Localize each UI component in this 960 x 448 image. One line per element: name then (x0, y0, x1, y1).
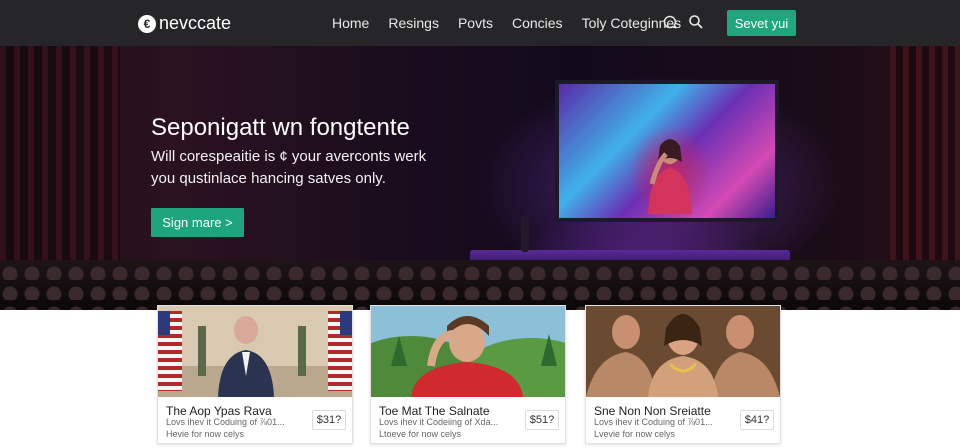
hero-subtitle: Will corespeaitie is ¢ your averconts we… (151, 148, 427, 187)
speaker-on-stage (521, 216, 529, 252)
presenter-figure (648, 139, 692, 214)
brand-mark-icon: € (138, 14, 156, 33)
card-meta: Hevie for now celys (166, 429, 245, 439)
flag-right-icon (328, 311, 352, 391)
flag-left-icon (158, 311, 182, 391)
event-card-1[interactable]: The Aop Ypas Rava Lovs ihev it Coduing o… (157, 305, 353, 444)
nav-link-4[interactable]: Concies (512, 15, 563, 31)
card-title: The Aop Ypas Rava (166, 404, 272, 418)
event-card-3[interactable]: Sne Non Non Sreiatte Lovs ihev it Coduin… (585, 305, 781, 444)
hero-banner: Seponigatt wn fongtente Will corespeaiti… (0, 46, 960, 310)
card-title: Sne Non Non Sreiatte (594, 404, 711, 418)
stage-screen-image (555, 80, 779, 222)
nav-cta-button[interactable]: Sevet yui (727, 10, 796, 36)
card-meta: Lovs ihev it Coduing of ⅞01... (594, 417, 713, 427)
price-button[interactable]: $51? (525, 410, 559, 430)
card-title: Toe Mat The Salnate (379, 404, 490, 418)
top-nav: € nevccate Home Resings Povts Concies To… (0, 0, 960, 46)
event-card-2[interactable]: Toe Mat The Salnate Lovs ihev it Codeiin… (370, 305, 566, 444)
card-meta: Lovs ihev it Codeiing of Xda... (379, 417, 499, 427)
card-image-podium (158, 306, 352, 397)
hero-title: Seponigatt wn fongtente (151, 114, 410, 141)
card-image-person (371, 306, 565, 397)
card-image-performers (586, 306, 780, 397)
brand-name: nevccate (159, 13, 232, 33)
hero-cta-button[interactable]: Sign mare > (151, 208, 244, 237)
card-meta: Lovs ihev it Coduing of ⅞01... (166, 417, 285, 427)
chat-icon[interactable] (662, 14, 678, 30)
card-meta: Ltoeve for now celys (379, 429, 462, 439)
audience-crowd (0, 260, 960, 310)
search-icon[interactable] (688, 14, 704, 30)
brand-logo[interactable]: € nevccate (138, 13, 231, 34)
nav-link-3[interactable]: Povts (458, 15, 493, 31)
nav-link-home[interactable]: Home (332, 15, 369, 31)
nav-link-2[interactable]: Resings (388, 15, 439, 31)
nav-links: Home Resings Povts Concies Toly Coteginn… (332, 15, 700, 31)
price-button[interactable]: $31? (312, 410, 346, 430)
price-button[interactable]: $41? (740, 410, 774, 430)
card-meta: Lvevie for now celys (594, 429, 676, 439)
